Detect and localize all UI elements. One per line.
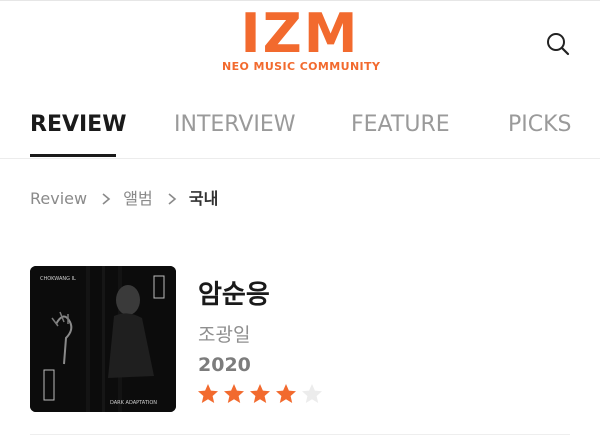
chevron-right-icon xyxy=(102,192,111,205)
active-tab-indicator xyxy=(30,154,116,157)
album-cover[interactable]: CHOKWANG IL DARK ADAPTATION xyxy=(30,266,176,412)
cover-artist-text: CHOKWANG IL xyxy=(40,276,76,282)
album-artist[interactable]: 조광일 xyxy=(198,322,250,348)
chevron-right-icon xyxy=(168,192,177,205)
star-empty-icon xyxy=(302,384,322,403)
main-nav: REVIEW INTERVIEW FEATURE PICKS xyxy=(0,96,600,159)
album-title[interactable]: 암순응 xyxy=(198,278,270,312)
star-rating xyxy=(196,382,326,408)
star-filled-icon xyxy=(198,384,218,403)
star-filled-icon xyxy=(250,384,270,403)
album-year: 2020 xyxy=(198,354,251,376)
site-header: IZM NEO MUSIC COMMUNITY xyxy=(0,0,600,88)
star-filled-icon xyxy=(224,384,244,403)
izm-logo[interactable]: IZM NEO MUSIC COMMUNITY xyxy=(222,2,381,76)
search-button[interactable] xyxy=(544,30,572,58)
tab-feature[interactable]: FEATURE xyxy=(351,110,450,140)
logo-tagline: NEO MUSIC COMMUNITY xyxy=(222,60,381,73)
divider xyxy=(30,434,570,435)
tab-review[interactable]: REVIEW xyxy=(30,110,126,140)
tab-picks[interactable]: PICKS xyxy=(508,110,572,140)
tab-interview[interactable]: INTERVIEW xyxy=(174,110,296,140)
album-cover-art: CHOKWANG IL DARK ADAPTATION xyxy=(30,266,176,412)
album-card: CHOKWANG IL DARK ADAPTATION 암순응 조광일 2020 xyxy=(30,266,570,416)
breadcrumb-album[interactable]: 앨범 xyxy=(123,187,152,211)
logo-mark: IZM xyxy=(240,2,360,65)
breadcrumb-review[interactable]: Review xyxy=(30,187,87,211)
star-filled-icon xyxy=(276,384,296,403)
cover-caption-text: DARK ADAPTATION xyxy=(110,400,157,406)
breadcrumb-domestic: 국내 xyxy=(188,188,219,208)
breadcrumb: Review 앨범 국내 xyxy=(30,186,218,210)
search-icon xyxy=(547,33,570,56)
